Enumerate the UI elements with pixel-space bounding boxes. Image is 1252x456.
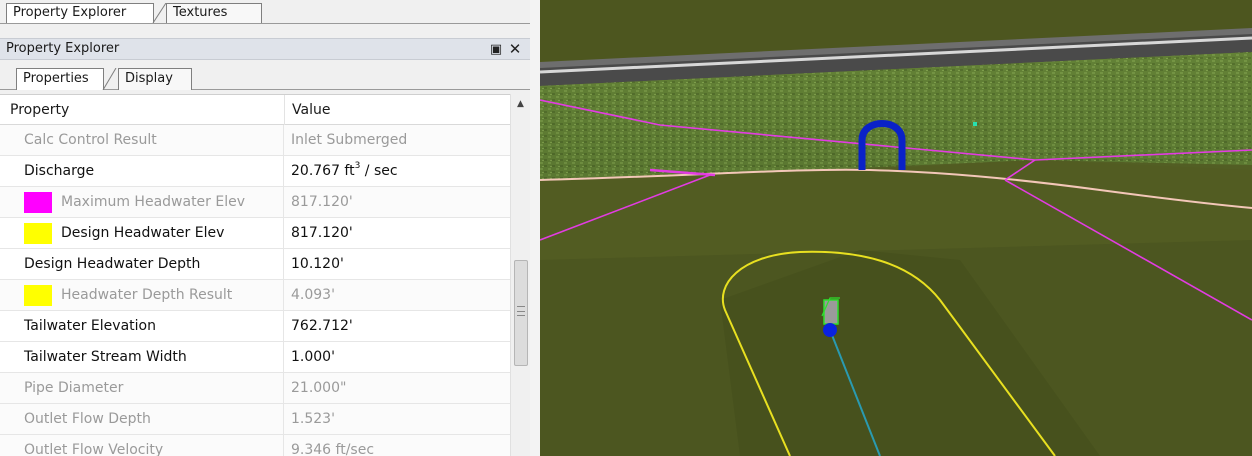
grid-scrollbar[interactable]: ▲	[510, 94, 530, 456]
panel-title: Property Explorer	[6, 41, 120, 56]
property-name: Tailwater Elevation	[24, 318, 156, 334]
property-explorer-panel: Property Explorer Textures Property Expl…	[0, 0, 530, 456]
property-name-cell: Tailwater Elevation	[0, 311, 284, 341]
scroll-thumb[interactable]	[514, 260, 528, 366]
property-value-superscript: 3	[354, 161, 361, 172]
column-divider[interactable]	[284, 95, 285, 125]
property-value-text: 9.346 ft/sec	[291, 442, 375, 456]
property-name-cell: Outlet Flow Velocity	[0, 435, 284, 456]
property-name-cell: Outlet Flow Depth	[0, 404, 284, 434]
property-value: 817.120'	[291, 187, 353, 217]
property-name: Pipe Diameter	[24, 380, 124, 396]
property-value: 21.000"	[291, 373, 346, 403]
inlet-structure	[823, 299, 839, 325]
property-name-cell: Maximum Headwater Elev	[0, 187, 284, 217]
tab-separator-icon	[102, 68, 117, 90]
inlet-node	[823, 323, 837, 337]
property-row[interactable]: Design Headwater Elev 817.120'	[0, 218, 510, 249]
property-value: 1.523'	[291, 404, 335, 434]
tab-property-explorer-label: Property Explorer	[13, 5, 127, 20]
property-value-suffix: / sec	[360, 163, 398, 179]
marker-point	[973, 122, 977, 126]
property-row[interactable]: Headwater Depth Result 4.093'	[0, 280, 510, 311]
property-value-text: 4.093'	[291, 287, 335, 303]
property-row[interactable]: Discharge 20.767 ft3 / sec	[0, 156, 510, 187]
color-swatch[interactable]	[24, 223, 52, 244]
tab-textures[interactable]: Textures	[166, 3, 262, 23]
property-value-text: 21.000"	[291, 380, 347, 396]
property-value[interactable]: 817.120'	[291, 218, 353, 248]
property-name-cell: Discharge	[0, 156, 284, 186]
property-value-text: 1.523'	[291, 411, 335, 427]
3d-viewport[interactable]	[540, 0, 1252, 456]
property-row[interactable]: Calc Control Result Inlet Submerged	[0, 125, 510, 156]
property-name-cell: Design Headwater Elev	[0, 218, 284, 248]
property-name-cell: Design Headwater Depth	[0, 249, 284, 279]
property-value[interactable]: 762.712'	[291, 311, 353, 341]
property-row[interactable]: Outlet Flow Velocity 9.346 ft/sec	[0, 435, 510, 456]
property-row[interactable]: Maximum Headwater Elev 817.120'	[0, 187, 510, 218]
property-name: Headwater Depth Result	[61, 287, 233, 303]
property-name: Calc Control Result	[24, 132, 157, 148]
tab-textures-label: Textures	[173, 5, 228, 20]
property-name: Tailwater Stream Width	[24, 349, 187, 365]
tab-properties-label: Properties	[23, 71, 89, 86]
scroll-grip-icon	[517, 306, 525, 316]
property-row[interactable]: Outlet Flow Depth 1.523'	[0, 404, 510, 435]
property-value[interactable]: 10.120'	[291, 249, 344, 279]
property-name: Outlet Flow Velocity	[24, 442, 164, 456]
property-name-cell: Headwater Depth Result	[0, 280, 284, 310]
property-row[interactable]: Tailwater Stream Width 1.000'	[0, 342, 510, 373]
3d-scene	[540, 0, 1252, 456]
property-value-text: 1.000'	[291, 349, 335, 365]
panel-title-bar: Property Explorer ▣ ✕	[0, 38, 530, 60]
property-row[interactable]: Design Headwater Depth 10.120'	[0, 249, 510, 280]
property-value-text: 20.767 ft	[291, 163, 355, 179]
tab-display[interactable]: Display	[118, 68, 192, 90]
close-icon[interactable]: ✕	[507, 41, 523, 57]
property-value[interactable]: 20.767 ft3 / sec	[291, 156, 398, 186]
property-value-text: 10.120'	[291, 256, 344, 272]
property-name: Design Headwater Depth	[24, 256, 201, 272]
grid-header: Property Value	[0, 95, 510, 125]
property-grid: Property Value Calc Control Result Inlet …	[0, 94, 510, 456]
property-name-cell: Pipe Diameter	[0, 373, 284, 403]
property-value-text: Inlet Submerged	[291, 132, 408, 148]
float-window-icon[interactable]: ▣	[488, 42, 504, 58]
property-value-text: 762.712'	[291, 318, 353, 334]
property-value-text: 817.120'	[291, 194, 353, 210]
property-name: Design Headwater Elev	[61, 225, 225, 241]
color-swatch[interactable]	[24, 285, 52, 306]
property-name: Discharge	[24, 163, 95, 179]
tab-property-explorer[interactable]: Property Explorer	[6, 3, 154, 23]
property-row[interactable]: Pipe Diameter 21.000"	[0, 373, 510, 404]
tab-display-label: Display	[125, 71, 173, 86]
property-value: Inlet Submerged	[291, 125, 407, 155]
column-header-property[interactable]: Property	[10, 95, 280, 125]
top-tab-strip: Property Explorer Textures	[0, 0, 530, 24]
property-name: Maximum Headwater Elev	[61, 194, 246, 210]
property-value[interactable]: 1.000'	[291, 342, 335, 372]
scroll-up-arrow-icon[interactable]: ▲	[511, 94, 530, 114]
property-value: 9.346 ft/sec	[291, 435, 374, 456]
property-name-cell: Tailwater Stream Width	[0, 342, 284, 372]
property-name: Outlet Flow Depth	[24, 411, 151, 427]
property-value-text: 817.120'	[291, 225, 353, 241]
panel-splitter[interactable]	[530, 0, 540, 456]
property-row[interactable]: Tailwater Elevation 762.712'	[0, 311, 510, 342]
property-value: 4.093'	[291, 280, 335, 310]
tab-properties[interactable]: Properties	[16, 68, 104, 90]
sub-tab-strip: Properties Display	[0, 64, 530, 90]
color-swatch[interactable]	[24, 192, 52, 213]
column-header-value[interactable]: Value	[292, 95, 502, 125]
property-name-cell: Calc Control Result	[0, 125, 284, 155]
